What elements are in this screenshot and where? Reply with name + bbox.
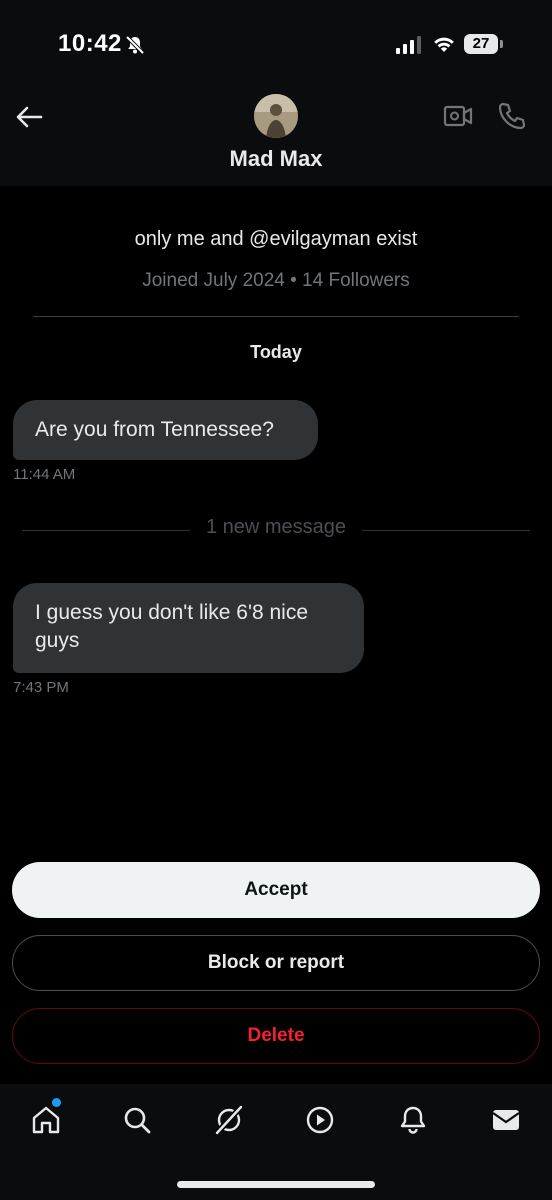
accept-button[interactable]: Accept [12,862,540,918]
tab-grok[interactable] [209,1100,249,1140]
delete-button[interactable]: Delete [12,1008,540,1064]
avatar-image [254,94,298,138]
avatar[interactable] [254,94,298,138]
divider [33,316,519,317]
message-bubble[interactable]: I guess you don't like 6'8 nice guys [13,583,364,673]
tab-notifications[interactable] [393,1100,433,1140]
notification-dot [52,1098,61,1107]
back-arrow-icon [16,106,43,128]
block-or-report-button[interactable]: Block or report [12,935,540,991]
tab-search[interactable] [117,1100,157,1140]
new-message-divider-right [362,530,530,531]
message-timestamp: 11:44 AM [13,466,76,483]
message-bubble[interactable]: Are you from Tennessee? [13,400,318,460]
video-call-button[interactable] [442,100,474,132]
voice-call-button[interactable] [496,100,528,132]
status-time: 10:42 [58,30,122,57]
signal-icon [396,36,422,59]
video-camera-icon [443,105,473,127]
battery-icon: 27 [464,34,503,54]
contact-name: Mad Max [229,146,323,171]
profile-meta: Joined July 2024 • 14 Followers [142,270,410,291]
tab-video[interactable] [300,1100,340,1140]
phone-icon [498,102,526,130]
grok-icon [213,1103,245,1137]
mail-icon [492,1110,520,1130]
new-message-label: 1 new message [205,516,347,538]
wifi-icon [432,34,456,59]
new-message-divider-left [22,530,190,531]
home-indicator [177,1181,375,1188]
bell-muted-icon [124,34,146,61]
tab-home[interactable] [26,1100,66,1140]
bell-icon [400,1106,426,1134]
back-button[interactable] [12,100,46,134]
play-icon [306,1106,334,1134]
battery-level: 27 [472,35,490,52]
date-separator: Today [250,342,302,362]
tab-messages[interactable] [486,1100,526,1140]
message-timestamp: 7:43 PM [13,679,69,696]
home-icon [32,1106,60,1134]
profile-bio: only me and @evilgayman exist [134,228,418,250]
search-icon [124,1107,151,1134]
